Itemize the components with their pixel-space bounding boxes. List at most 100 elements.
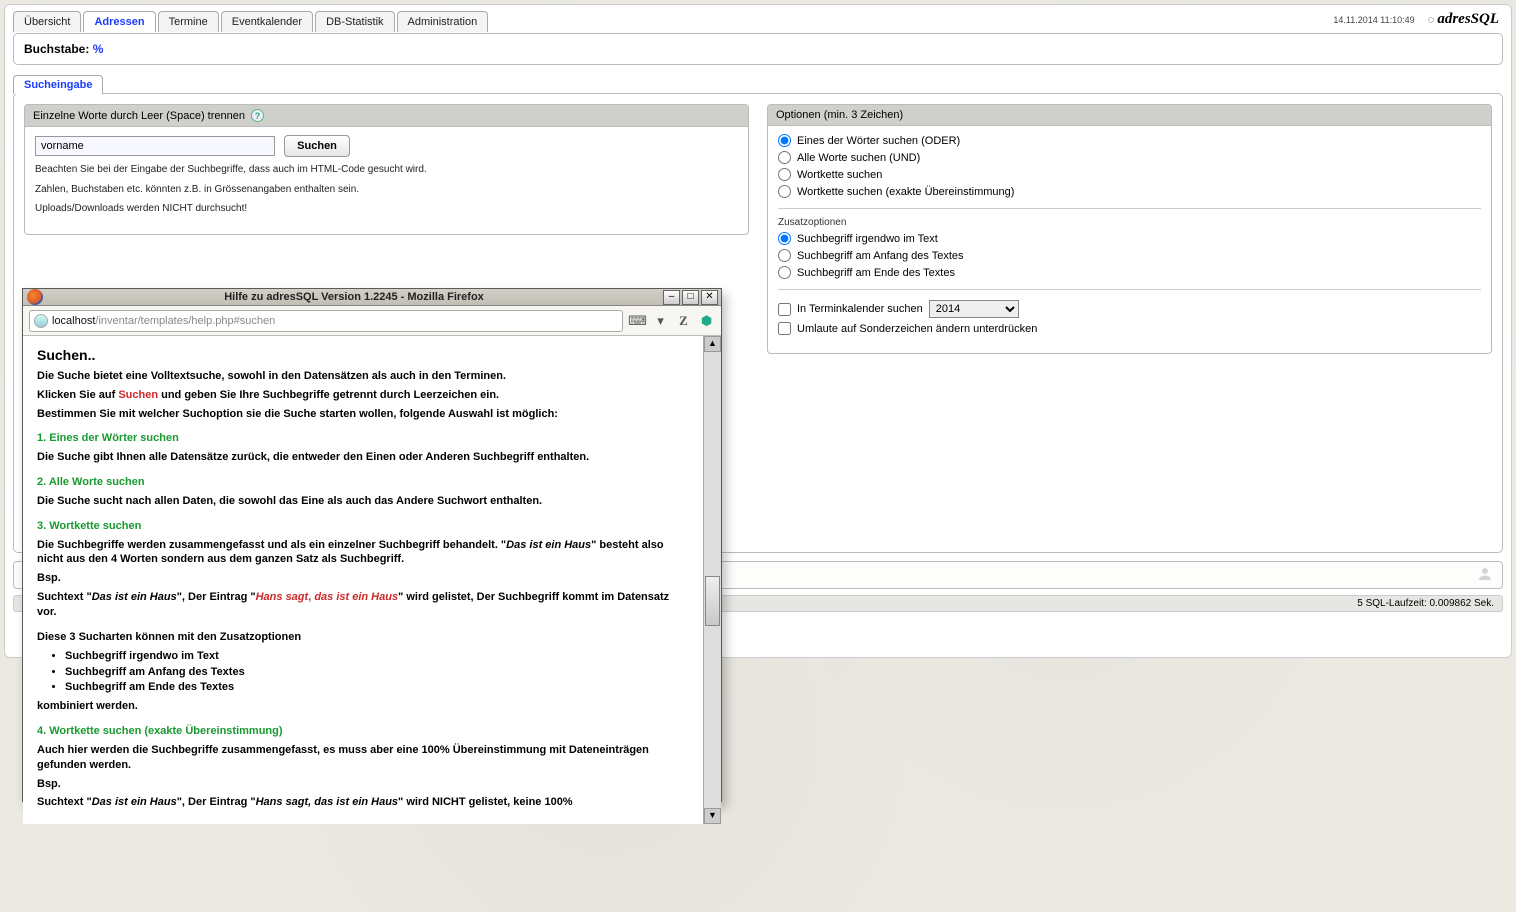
t: Die Suche sucht nach allen Daten, die so…	[37, 495, 542, 507]
maximize-button[interactable]: □	[682, 290, 699, 305]
t: " wird NICHT gelistet, keine 100%	[398, 796, 573, 808]
url-bar[interactable]: localhost/inventar/templates/help.php#su…	[29, 310, 623, 332]
opt-umlaut-label: Umlaute auf Sonderzeichen ändern unterdr…	[797, 323, 1037, 335]
opt-mode-oder-label: Eines der Wörter suchen (ODER)	[797, 135, 960, 147]
brand-name: adresSQL	[1437, 11, 1499, 27]
user-icon	[1476, 565, 1494, 586]
tab-termine[interactable]: Termine	[158, 11, 219, 32]
t: Bsp.	[37, 572, 61, 584]
opt-mode-und-label: Alle Worte suchen (UND)	[797, 152, 920, 164]
opt-mode-kette-label: Wortkette suchen	[797, 169, 882, 181]
help-content: Suchen.. Die Suche bietet eine Volltexts…	[23, 336, 703, 824]
url-path: /inventar/templates/help.php#suchen	[95, 315, 275, 327]
t: ", Der Eintrag "	[177, 796, 256, 808]
t: Das ist ein Haus	[92, 796, 177, 808]
search-box: Einzelne Worte durch Leer (Space) trenne…	[24, 104, 749, 235]
tab-administration[interactable]: Administration	[397, 11, 489, 32]
help-li1: Suchbegriff irgendwo im Text	[65, 649, 689, 664]
options-header: Optionen (min. 3 Zeichen)	[776, 109, 903, 121]
help-li3: Suchbegriff am Ende des Textes	[65, 680, 689, 695]
help-s2: 2. Alle Worte suchen	[37, 475, 689, 490]
popup-title: Hilfe zu adresSQL Version 1.2245 - Mozil…	[47, 291, 661, 303]
filter-value: %	[93, 42, 104, 56]
search-hint-3: Uploads/Downloads werden NICHT durchsuch…	[35, 202, 738, 216]
tab-db-statistik[interactable]: DB-Statistik	[315, 11, 394, 32]
opt-mode-und[interactable]	[778, 151, 791, 164]
tab-eventkalender[interactable]: Eventkalender	[221, 11, 313, 32]
opt-mode-oder[interactable]	[778, 134, 791, 147]
help-icon[interactable]: ?	[251, 109, 264, 122]
scroll-thumb[interactable]	[705, 576, 720, 626]
search-hint-2: Zahlen, Buchstaben etc. könnten z.B. in …	[35, 183, 738, 197]
scroll-up-icon[interactable]: ▲	[704, 336, 721, 352]
t: Die Suchbegriffe werden zusammengefasst …	[37, 539, 506, 551]
scroll-down-icon[interactable]: ▼	[704, 808, 721, 824]
search-input[interactable]	[35, 136, 275, 156]
search-box-header: Einzelne Worte durch Leer (Space) trenne…	[33, 110, 245, 122]
t: Bsp.	[37, 778, 61, 790]
opt-calendar-check[interactable]	[778, 303, 791, 316]
search-hint-1: Beachten Sie bei der Eingabe der Suchbeg…	[35, 163, 738, 177]
t: Die Suche gibt Ihnen alle Datensätze zur…	[37, 451, 589, 463]
opt-subheader: Zusatzoptionen	[778, 217, 1481, 228]
filter-label: Buchstabe:	[24, 42, 93, 56]
help-s3: 3. Wortkette suchen	[37, 519, 689, 534]
opt-mode-kette[interactable]	[778, 168, 791, 181]
opt-pos-start-label: Suchbegriff am Anfang des Textes	[797, 250, 964, 262]
opt-pos-end[interactable]	[778, 266, 791, 279]
opt-pos-anywhere[interactable]	[778, 232, 791, 245]
t: Auch hier werden die Suchbegriffe zusamm…	[37, 744, 649, 771]
t: Klicken Sie auf	[37, 389, 118, 401]
subtab-sucheingabe[interactable]: Sucheingabe	[13, 75, 103, 94]
help-s4: 4. Wortkette suchen (exakte Übereinstimm…	[37, 724, 689, 739]
help-s1: 1. Eines der Wörter suchen	[37, 431, 689, 446]
opt-pos-end-label: Suchbegriff am Ende des Textes	[797, 267, 955, 279]
opt-mode-exakt-label: Wortkette suchen (exakte Übereinstimmung…	[797, 186, 1014, 198]
popup-titlebar[interactable]: Hilfe zu adresSQL Version 1.2245 - Mozil…	[23, 289, 721, 306]
opt-calendar-year[interactable]: 2014	[929, 300, 1019, 318]
minimize-button[interactable]: –	[663, 290, 680, 305]
tab-uebersicht[interactable]: Übersicht	[13, 11, 81, 32]
extension-icon[interactable]: ⬢	[698, 312, 715, 329]
t: und geben Sie Ihre Suchbegriffe getrennt…	[158, 389, 499, 401]
popup-scrollbar[interactable]: ▲ ▼	[703, 336, 721, 824]
popup-toolbar: localhost/inventar/templates/help.php#su…	[23, 306, 721, 336]
opt-pos-start[interactable]	[778, 249, 791, 262]
close-button[interactable]: ✕	[701, 290, 718, 305]
t: Diese 3 Sucharten können mit den Zusatzo…	[37, 631, 301, 643]
t: Suchen	[118, 389, 158, 401]
t: kombiniert werden.	[37, 700, 138, 712]
t: Das ist ein Haus	[92, 591, 177, 603]
main-tabs: Übersicht Adressen Termine Eventkalender…	[13, 11, 490, 32]
help-intro-1: Die Suche bietet eine Volltextsuche, sow…	[37, 370, 506, 382]
t: ", Der Eintrag "	[177, 591, 256, 603]
keyboard-icon[interactable]: ⌨	[629, 312, 646, 329]
tab-adressen[interactable]: Adressen	[83, 11, 155, 32]
opt-calendar-label: In Terminkalender suchen	[797, 303, 923, 315]
brand-area: 14.11.2014 11:10:49 ◌ adresSQL	[1333, 11, 1503, 28]
t: Hans sagt, das ist ein Haus	[256, 796, 398, 808]
help-li2: Suchbegriff am Anfang des Textes	[65, 665, 689, 680]
help-popup-window: Hilfe zu adresSQL Version 1.2245 - Mozil…	[22, 288, 722, 802]
brand-logo-icon: ◌	[1428, 14, 1435, 26]
url-host: localhost	[52, 315, 95, 327]
t: Das ist ein Haus	[506, 539, 591, 551]
help-heading: Suchen..	[37, 346, 689, 365]
footer-sql-runtime: 5 SQL-Laufzeit: 0.009862 Sek.	[1357, 598, 1494, 609]
search-button[interactable]: Suchen	[284, 135, 350, 157]
options-box: Optionen (min. 3 Zeichen) Eines der Wört…	[767, 104, 1492, 354]
t: Suchtext "	[37, 796, 92, 808]
dropdown-icon[interactable]: ▾	[652, 312, 669, 329]
zotero-icon[interactable]: Z	[675, 312, 692, 329]
t: Suchtext "	[37, 591, 92, 603]
t: Bestimmen Sie mit welcher Suchoption sie…	[37, 408, 558, 420]
timestamp: 14.11.2014 11:10:49	[1333, 15, 1414, 25]
opt-umlaut-check[interactable]	[778, 322, 791, 335]
filter-panel: Buchstabe: %	[13, 33, 1503, 65]
opt-pos-anywhere-label: Suchbegriff irgendwo im Text	[797, 233, 938, 245]
firefox-icon	[27, 289, 43, 305]
opt-mode-exakt[interactable]	[778, 185, 791, 198]
globe-icon	[34, 314, 48, 328]
t: Hans sagt	[256, 591, 309, 603]
t: das ist ein Haus	[314, 591, 398, 603]
